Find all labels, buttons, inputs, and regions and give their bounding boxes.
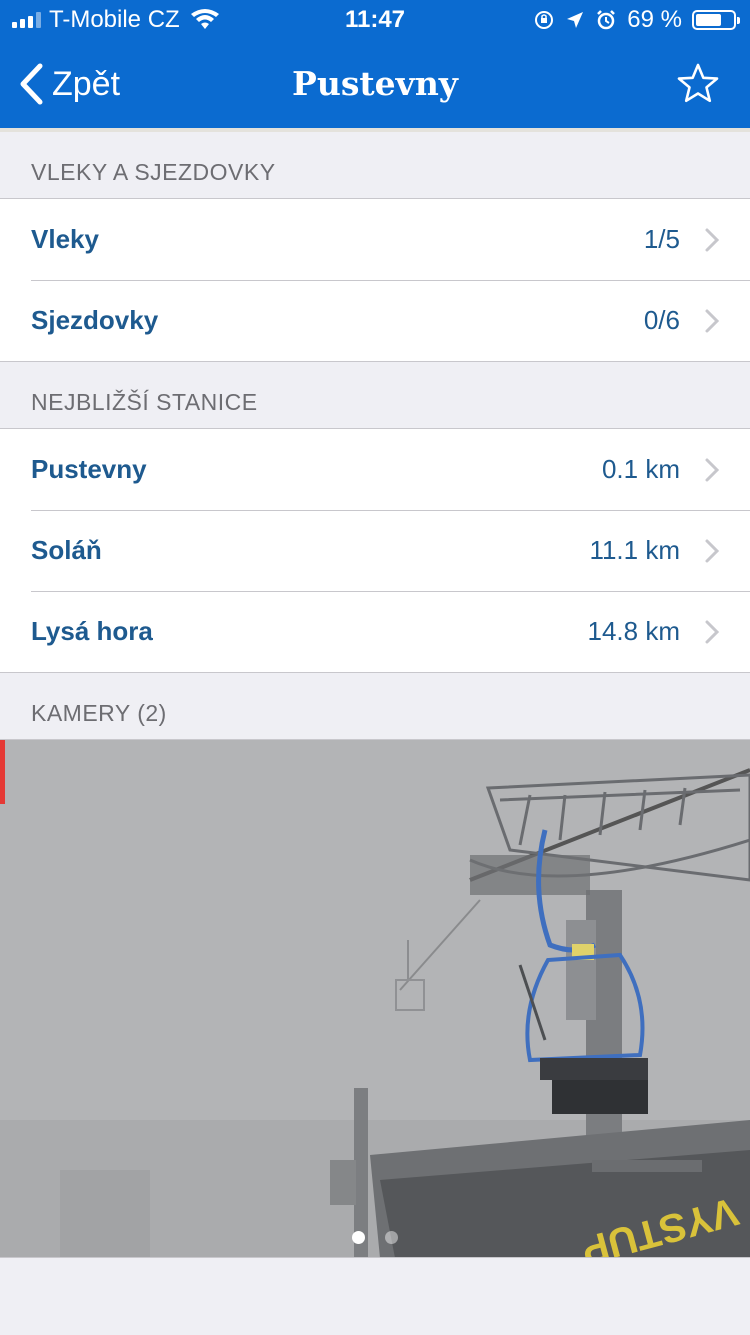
alarm-icon [597,10,616,30]
rotation-lock-icon [535,11,554,29]
webcam-carousel[interactable]: VYSTUP [0,739,750,1258]
battery-icon [692,10,740,30]
live-badge [0,740,5,804]
row-value: 14.8 km [587,616,681,646]
chevron-right-icon [705,458,720,481]
list-item-slopes[interactable]: Sjezdovky 0/6 [0,280,750,361]
webcam-image: VYSTUP [0,740,750,1258]
row-label: Vleky [31,224,99,254]
list-item-station[interactable]: Soláň 11.1 km [0,510,750,591]
section-header-stations: NEJBLIŽŠÍ STANICE [31,389,258,415]
row-value: 0/6 [643,305,680,335]
navigation-bar: Zpět Pustevny [0,40,750,128]
row-value: 0.1 km [601,454,680,484]
page-dot-active[interactable] [352,1231,365,1244]
row-value: 11.1 km [589,535,680,565]
page-title: Pustevny [292,64,458,103]
page-indicator[interactable] [0,1231,750,1244]
chevron-right-icon [705,620,720,643]
section-header-lifts: VLEKY A SJEZDOVKY [31,159,276,185]
chevron-right-icon [705,228,720,251]
battery-percent: 69 % [627,6,682,33]
list-item-station[interactable]: Pustevny 0.1 km [0,429,750,510]
row-label: Pustevny [31,454,147,484]
row-value: 1/5 [643,224,680,254]
row-label: Sjezdovky [31,305,159,335]
detail-content: VLEKY A SJEZDOVKY Vleky 1/5 Sjezdovky 0/… [0,132,750,739]
status-right: 69 % [533,0,740,40]
stations-group: Pustevny 0.1 km Soláň 11.1 km Lysá hora … [0,428,750,673]
row-label: Lysá hora [31,616,153,646]
page-dot[interactable] [385,1231,398,1244]
bottom-background [0,1257,750,1335]
star-outline-icon[interactable] [676,62,720,106]
list-item-lifts[interactable]: Vleky 1/5 [0,199,750,280]
chevron-right-icon [705,309,720,332]
lifts-group: Vleky 1/5 Sjezdovky 0/6 [0,198,750,362]
battery-level [696,14,721,26]
top-bar: T-Mobile CZ 11:47 69 % Zpět Pustevny [0,0,750,128]
chevron-right-icon [705,539,720,562]
location-icon [567,12,584,28]
list-item-station[interactable]: Lysá hora 14.8 km [0,591,750,672]
status-bar: T-Mobile CZ 11:47 69 % [0,0,750,40]
section-header-cameras: KAMERY (2) [31,700,167,726]
row-label: Soláň [31,535,102,565]
